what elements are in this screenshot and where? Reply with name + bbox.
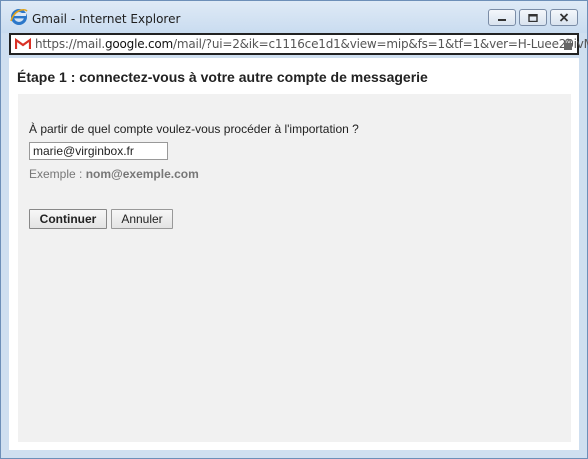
internet-explorer-icon <box>10 8 28 25</box>
page-title: Étape 1 : connectez-vous à votre autre c… <box>17 69 428 85</box>
dialog-content: Étape 1 : connectez-vous à votre autre c… <box>9 58 579 450</box>
close-icon <box>559 13 569 22</box>
account-question: À partir de quel compte voulez-vous proc… <box>29 122 359 136</box>
email-field[interactable] <box>29 142 168 160</box>
url-domain: google.com <box>104 37 174 51</box>
minimize-button[interactable] <box>488 9 516 26</box>
import-panel: À partir de quel compte voulez-vous proc… <box>18 94 571 442</box>
cancel-button[interactable]: Annuler <box>111 209 173 229</box>
window-controls <box>488 9 578 26</box>
browser-window: Gmail - Internet Explorer https://mail.g… <box>0 0 588 459</box>
lock-icon <box>564 38 572 50</box>
example-hint: Exemple : nom@exemple.com <box>29 167 199 181</box>
gmail-icon <box>15 38 31 49</box>
close-button[interactable] <box>550 9 578 26</box>
maximize-button[interactable] <box>519 9 547 26</box>
example-value: nom@exemple.com <box>85 167 199 181</box>
window-title: Gmail - Internet Explorer <box>32 12 181 26</box>
maximize-icon <box>528 13 538 22</box>
url-path: /mail/?ui=2&ik=c1116ce1d1&view=mip&fs=1&… <box>173 37 588 51</box>
example-label: Exemple : <box>29 167 86 181</box>
continue-button[interactable]: Continuer <box>29 209 107 229</box>
title-bar[interactable]: Gmail - Internet Explorer <box>1 1 587 33</box>
address-bar[interactable]: https://mail.google.com/mail/?ui=2&ik=c1… <box>9 33 588 55</box>
url-prefix: https://mail. <box>35 37 105 51</box>
minimize-icon <box>498 18 506 21</box>
url-text: https://mail.google.com/mail/?ui=2&ik=c1… <box>35 37 588 51</box>
